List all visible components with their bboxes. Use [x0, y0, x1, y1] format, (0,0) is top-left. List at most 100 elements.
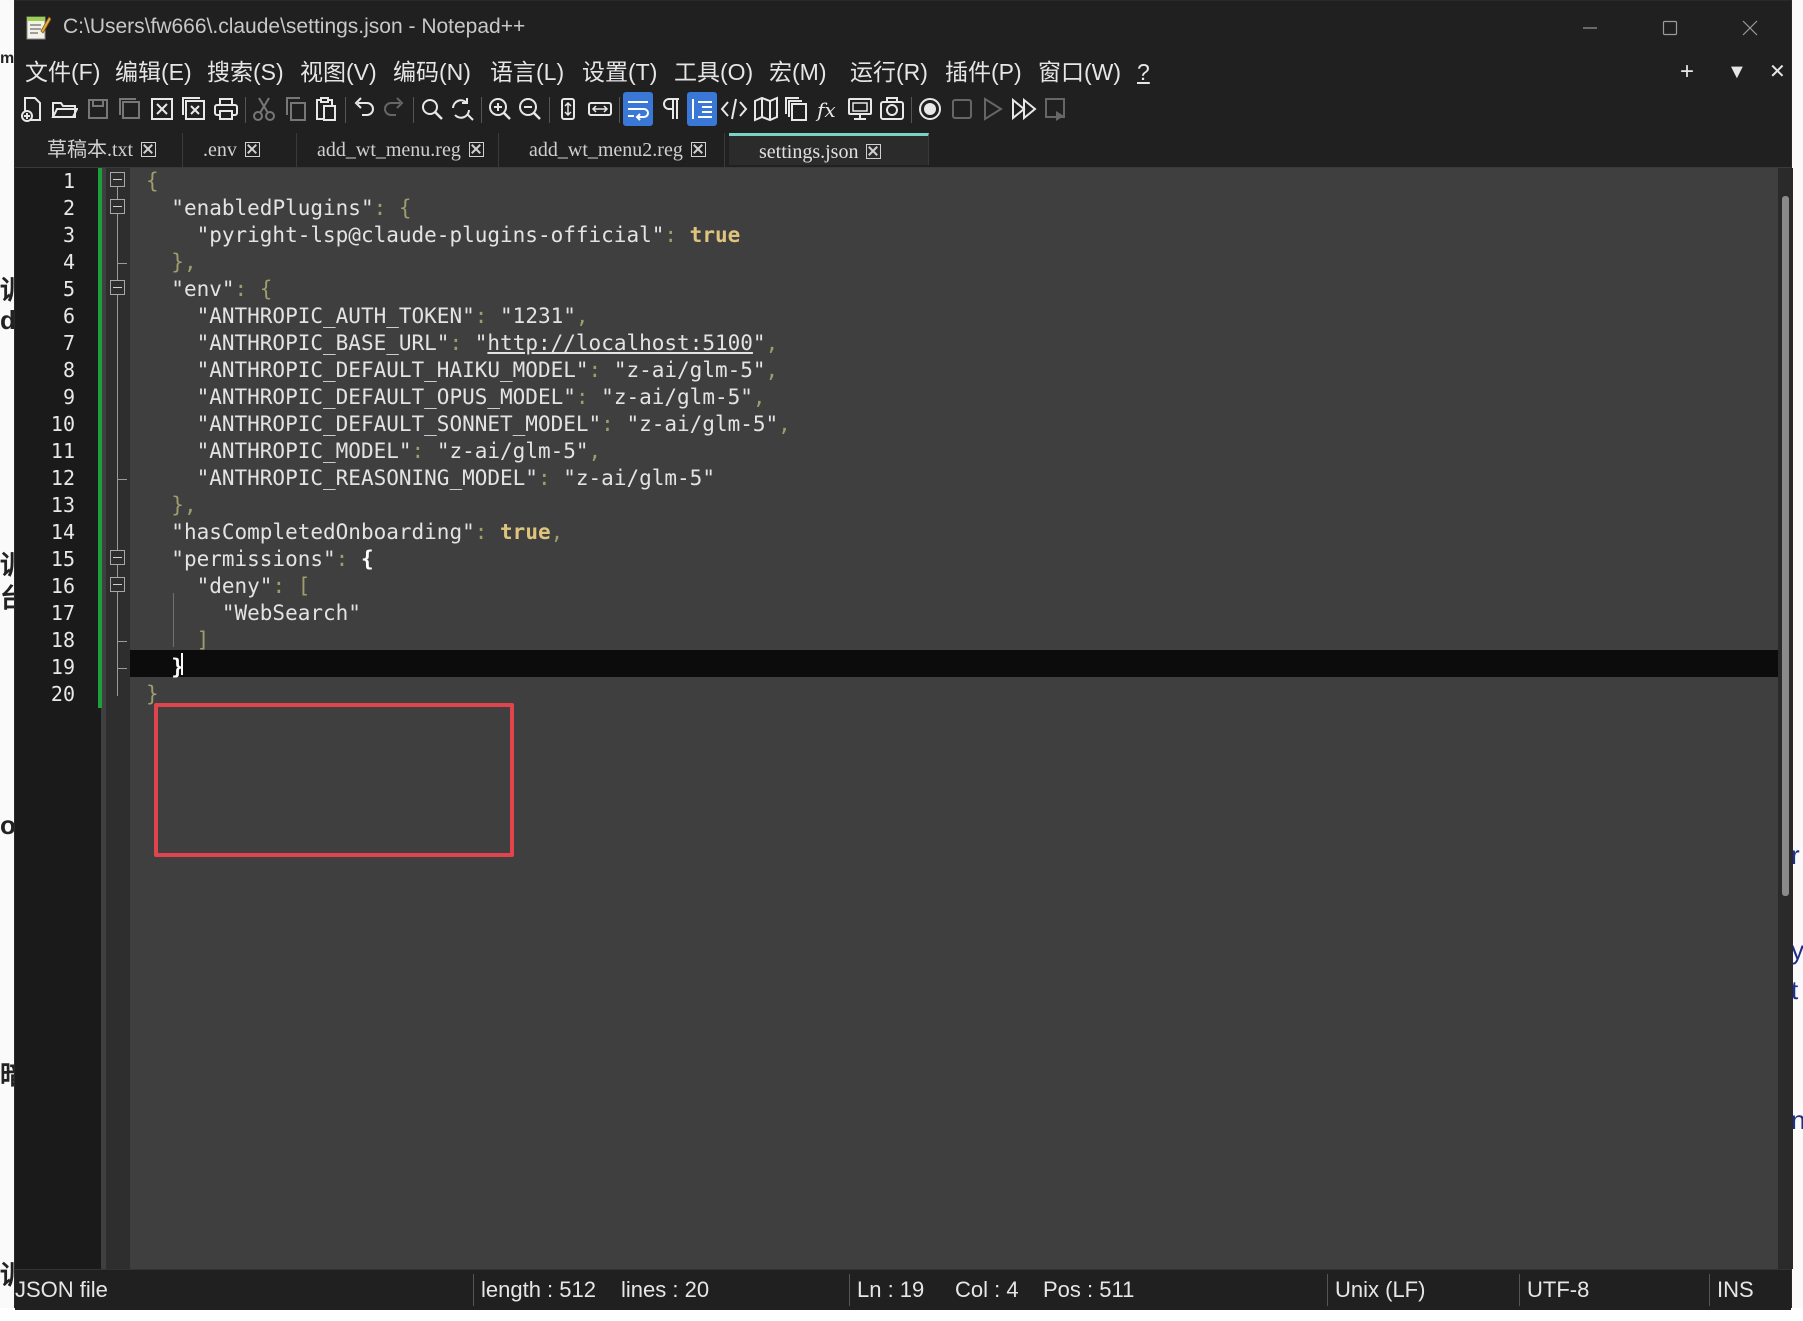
copy-button[interactable]: [281, 92, 311, 126]
code-line[interactable]: }: [146, 654, 184, 681]
fold-margin[interactable]: [106, 168, 130, 1269]
close-window-button[interactable]: [1720, 9, 1780, 47]
code-line[interactable]: "ANTHROPIC_DEFAULT_HAIKU_MODEL": "z-ai/g…: [146, 357, 779, 384]
record-macro-button[interactable]: [915, 92, 945, 126]
code-line[interactable]: "hasCompletedOnboarding": true,: [146, 519, 563, 546]
code-line[interactable]: "permissions": {: [146, 546, 373, 573]
menu-help[interactable]: ?: [1137, 55, 1150, 89]
show-all-chars-button[interactable]: [655, 92, 685, 126]
sync-horizontal-button[interactable]: [585, 92, 615, 126]
code-line[interactable]: ]: [146, 627, 210, 654]
menu-view[interactable]: 视图(V): [300, 55, 377, 89]
fold-toggle-line-1[interactable]: [110, 172, 125, 187]
document-list-button[interactable]: [781, 92, 811, 126]
stop-macro-button[interactable]: [947, 92, 977, 126]
open-file-button[interactable]: [49, 92, 79, 126]
tab-add-wt-menu-reg[interactable]: add_wt_menu.reg: [299, 133, 499, 167]
new-file-button[interactable]: [17, 92, 47, 126]
open-file-icon: [51, 102, 78, 118]
code-token: true: [689, 223, 741, 247]
code-line[interactable]: "env": {: [146, 276, 272, 303]
notepad-window: C:\Users\fw666\.claude\settings.json - N…: [14, 0, 1793, 1310]
menu-encoding[interactable]: 编码(N): [393, 55, 471, 89]
menu-window[interactable]: 窗口(W): [1038, 55, 1121, 89]
undo-icon: [354, 97, 374, 116]
code-token: true: [500, 520, 551, 544]
code-line[interactable]: },: [146, 249, 196, 276]
redo-button[interactable]: [379, 92, 409, 126]
fold-toggle-line-15[interactable]: [110, 550, 125, 565]
close-doc-button[interactable]: ✕: [1769, 55, 1786, 89]
line-number: 16: [50, 574, 75, 598]
word-wrap-button[interactable]: [623, 92, 653, 126]
zoom-in-button[interactable]: [485, 92, 515, 126]
tab-draft-txt[interactable]: 草稿本.txt: [33, 133, 183, 167]
scrollbar-thumb[interactable]: [1782, 196, 1789, 896]
maximize-button[interactable]: [1640, 9, 1700, 47]
close-all-button[interactable]: [179, 92, 209, 126]
run-macro-multiple-button[interactable]: [1009, 92, 1039, 126]
menu-tools[interactable]: 工具(O): [674, 55, 753, 89]
tab-close-icon[interactable]: [468, 141, 484, 157]
code-token: : {: [373, 196, 412, 220]
editor-area[interactable]: 1 2 3 4 5 6 7 8 9 10 11 12 13 14 15 16 17 18 19 20 { "enabl…: [15, 168, 1793, 1269]
tab-list-button[interactable]: ▼: [1727, 55, 1747, 89]
tab-close-icon[interactable]: [690, 141, 706, 157]
code-line[interactable]: "ANTHROPIC_BASE_URL": "http://localhost:…: [146, 330, 779, 357]
status-ln: Ln : 19: [857, 1277, 925, 1302]
tab-env[interactable]: .env: [185, 133, 297, 167]
menu-edit[interactable]: 编辑(E): [115, 55, 192, 89]
save-all-button[interactable]: [115, 92, 145, 126]
tab-settings-json[interactable]: settings.json: [729, 133, 929, 165]
code-line[interactable]: "ANTHROPIC_REASONING_MODEL": "z-ai/glm-5…: [146, 465, 715, 492]
new-tab-plus-button[interactable]: +: [1680, 55, 1694, 89]
find-button[interactable]: [417, 92, 447, 126]
function-list-button[interactable]: fx: [813, 92, 843, 126]
document-map-button[interactable]: [751, 92, 781, 126]
menu-run[interactable]: 运行(R): [850, 55, 928, 89]
indent-guide-button[interactable]: [687, 92, 717, 126]
minimize-button[interactable]: [1560, 9, 1620, 47]
code-line[interactable]: {: [146, 168, 159, 195]
menu-plugins[interactable]: 插件(P): [945, 55, 1022, 89]
replace-button[interactable]: [447, 92, 477, 126]
fold-toggle-line-5[interactable]: [110, 280, 125, 295]
code-line[interactable]: "ANTHROPIC_DEFAULT_OPUS_MODEL": "z-ai/gl…: [146, 384, 766, 411]
fold-toggle-line-16[interactable]: [110, 577, 125, 592]
menu-language[interactable]: 语言(L): [490, 55, 564, 89]
sync-vertical-button[interactable]: [553, 92, 583, 126]
play-macro-button[interactable]: [977, 92, 1007, 126]
menu-search[interactable]: 搜索(S): [207, 55, 284, 89]
status-encoding[interactable]: UTF-8: [1527, 1270, 1589, 1310]
code-line[interactable]: "ANTHROPIC_AUTH_TOKEN": "1231",: [146, 303, 589, 330]
code-line[interactable]: "WebSearch": [146, 600, 361, 627]
paste-button[interactable]: [311, 92, 341, 126]
xml-tag-button[interactable]: [719, 92, 749, 126]
status-insert-mode[interactable]: INS: [1717, 1270, 1754, 1310]
menu-macro[interactable]: 宏(M): [769, 55, 826, 89]
save-button[interactable]: [83, 92, 113, 126]
cut-button[interactable]: [249, 92, 279, 126]
code-line[interactable]: "ANTHROPIC_DEFAULT_SONNET_MODEL": "z-ai/…: [146, 411, 791, 438]
vertical-scrollbar[interactable]: [1778, 168, 1793, 1269]
save-macro-button[interactable]: [1041, 92, 1071, 126]
fold-toggle-line-2[interactable]: [110, 199, 125, 214]
menu-file[interactable]: 文件(F): [25, 55, 100, 89]
tab-close-icon[interactable]: [866, 143, 882, 159]
tab-add-wt-menu2-reg[interactable]: add_wt_menu2.reg: [501, 133, 725, 167]
close-file-button[interactable]: [147, 92, 177, 126]
zoom-out-button[interactable]: [515, 92, 545, 126]
menu-settings[interactable]: 设置(T): [582, 55, 657, 89]
code-line[interactable]: "pyright-lsp@claude-plugins-official": t…: [146, 222, 741, 249]
folder-workspace-button[interactable]: [845, 92, 875, 126]
print-button[interactable]: [211, 92, 241, 126]
code-line[interactable]: "enabledPlugins": {: [146, 195, 412, 222]
status-eol[interactable]: Unix (LF): [1335, 1270, 1425, 1310]
monitoring-button[interactable]: [877, 92, 907, 126]
tab-close-icon[interactable]: [244, 141, 260, 157]
undo-button[interactable]: [349, 92, 379, 126]
code-line[interactable]: "ANTHROPIC_MODEL": "z-ai/glm-5",: [146, 438, 602, 465]
code-line[interactable]: "deny": [: [146, 573, 311, 600]
code-line[interactable]: },: [146, 492, 196, 519]
tab-close-icon[interactable]: [141, 141, 157, 157]
